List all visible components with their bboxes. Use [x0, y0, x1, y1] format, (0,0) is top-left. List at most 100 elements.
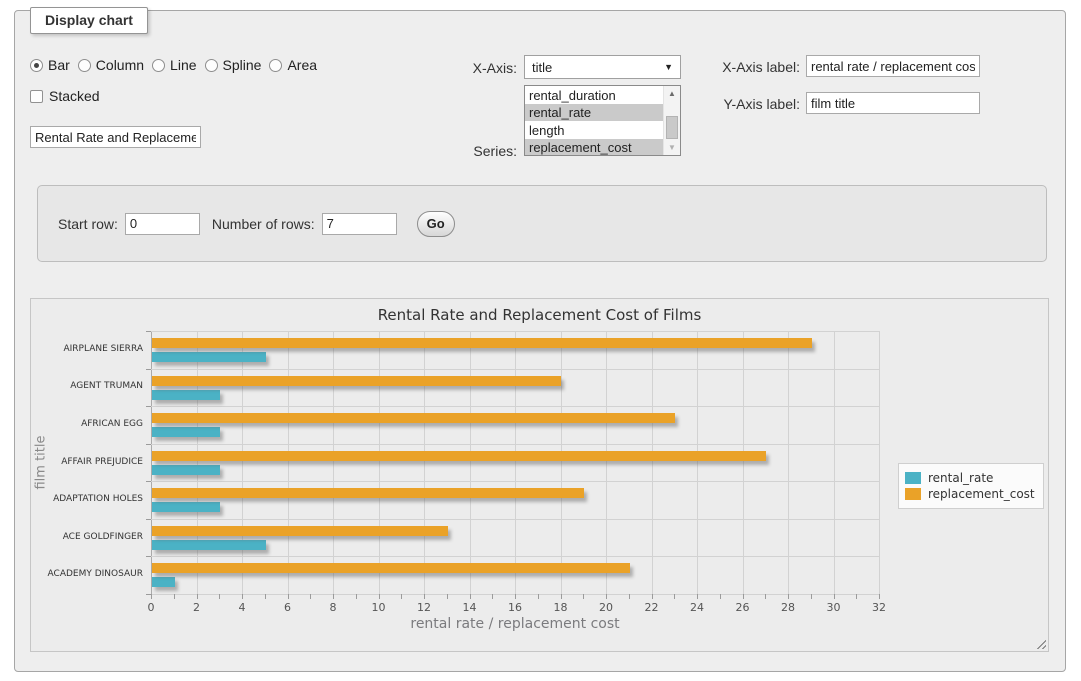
x-axis-tick	[174, 594, 175, 599]
gridline-vertical	[834, 331, 835, 594]
radio-label: Spline	[223, 57, 262, 73]
y-category-label: ACADEMY DINOSAUR	[31, 569, 143, 579]
x-axis-label-label: X-Axis label:	[696, 59, 800, 75]
y-axis-tick	[146, 481, 151, 482]
gridline-vertical	[561, 331, 562, 594]
bar-rental_rate	[152, 390, 220, 400]
y-axis-tick	[146, 444, 151, 445]
x-tick-label: 30	[827, 601, 841, 614]
radio-icon[interactable]	[30, 59, 43, 72]
gridline-vertical	[697, 331, 698, 594]
x-axis-selected-value: title	[532, 60, 552, 75]
gridline-vertical	[424, 331, 425, 594]
bar-replacement_cost	[152, 338, 812, 348]
start-row-label: Start row:	[58, 216, 118, 232]
radio-icon[interactable]	[205, 59, 218, 72]
chart-type-radio-line[interactable]: Line	[152, 57, 196, 73]
x-axis-tick	[470, 594, 471, 599]
x-axis-tick	[652, 594, 653, 599]
x-axis-select[interactable]: title ▼	[524, 55, 681, 79]
series-multiselect[interactable]: rental_durationrental_ratelengthreplacem…	[524, 85, 681, 156]
legend-label: rental_rate	[928, 471, 993, 485]
x-tick-label: 24	[690, 601, 704, 614]
gridline-horizontal	[151, 331, 879, 332]
radio-icon[interactable]	[78, 59, 91, 72]
legend-swatch-icon	[905, 488, 921, 500]
gridline-horizontal	[151, 556, 879, 557]
bar-rental_rate	[152, 427, 220, 437]
y-category-label: AGENT TRUMAN	[31, 381, 143, 391]
gridline-vertical	[288, 331, 289, 594]
x-axis-tick	[811, 594, 812, 599]
gridline-horizontal	[151, 369, 879, 370]
series-option-replacement_cost[interactable]: replacement_cost	[525, 139, 663, 156]
gridline-vertical	[652, 331, 653, 594]
series-option-length[interactable]: length	[525, 122, 663, 139]
y-axis-tick	[146, 331, 151, 332]
x-axis-tick	[697, 594, 698, 599]
bar-rental_rate	[152, 577, 175, 587]
x-axis-tick	[538, 594, 539, 599]
chart-legend: rental_ratereplacement_cost	[898, 463, 1044, 509]
radio-icon[interactable]	[269, 59, 282, 72]
bar-replacement_cost	[152, 451, 766, 461]
x-axis-tick	[197, 594, 198, 599]
chart-type-radio-area[interactable]: Area	[269, 57, 317, 73]
x-tick-label: 8	[330, 601, 337, 614]
y-category-label: AFRICAN EGG	[31, 419, 143, 429]
series-options: rental_durationrental_ratelengthreplacem…	[525, 87, 680, 157]
x-tick-label: 20	[599, 601, 613, 614]
y-category-label: AIRPLANE SIERRA	[31, 344, 143, 354]
x-axis-tick	[834, 594, 835, 599]
y-axis-tick	[146, 406, 151, 407]
bar-replacement_cost	[152, 376, 561, 386]
gridline-vertical	[197, 331, 198, 594]
x-tick-label: 12	[417, 601, 431, 614]
scroll-down-arrow-icon[interactable]: ▼	[664, 140, 680, 155]
gridline-horizontal	[151, 481, 879, 482]
chart-title-input[interactable]	[30, 126, 201, 148]
start-row-input[interactable]	[125, 213, 200, 235]
scroll-up-arrow-icon[interactable]: ▲	[664, 86, 680, 101]
x-axis-tick	[788, 594, 789, 599]
chart-type-radio-bar[interactable]: Bar	[30, 57, 70, 73]
gridline-horizontal	[151, 519, 879, 520]
chart-type-radio-group: Bar Column Line Spline Area	[30, 57, 325, 73]
stacked-checkbox-row[interactable]: Stacked	[30, 88, 100, 104]
fieldset-legend-text: Display chart	[45, 12, 133, 28]
x-tick-label: 2	[193, 601, 200, 614]
bar-replacement_cost	[152, 413, 675, 423]
stacked-checkbox[interactable]	[30, 90, 43, 103]
y-axis-label-input[interactable]	[806, 92, 980, 114]
chevron-down-icon: ▼	[664, 62, 673, 72]
x-tick-label: 10	[372, 601, 386, 614]
x-axis-tick	[424, 594, 425, 599]
go-button[interactable]: Go	[417, 211, 455, 237]
resize-handle-icon[interactable]	[1034, 637, 1046, 649]
y-category-label: ACE GOLDFINGER	[31, 532, 143, 542]
x-axis-tick	[856, 594, 857, 599]
series-option-rental_rate[interactable]: rental_rate	[525, 104, 663, 121]
x-tick-label: 26	[736, 601, 750, 614]
x-axis-label-input[interactable]	[806, 55, 980, 77]
x-tick-label: 0	[148, 601, 155, 614]
listbox-scrollbar[interactable]: ▲ ▼	[663, 86, 680, 155]
scrollbar-thumb[interactable]	[666, 116, 678, 139]
series-option-rental_duration[interactable]: rental_duration	[525, 87, 663, 104]
bar-rental_rate	[152, 352, 266, 362]
radio-icon[interactable]	[152, 59, 165, 72]
x-tick-label: 32	[872, 601, 886, 614]
number-of-rows-input[interactable]	[322, 213, 397, 235]
fieldset-legend: Display chart	[30, 7, 148, 34]
chart-title: Rental Rate and Replacement Cost of Film…	[31, 306, 1048, 324]
chart-type-radio-spline[interactable]: Spline	[205, 57, 262, 73]
series-label: Series:	[420, 143, 517, 159]
radio-label: Bar	[48, 57, 70, 73]
gridline-vertical	[151, 331, 152, 594]
x-axis-tick	[288, 594, 289, 599]
x-tick-label: 6	[284, 601, 291, 614]
x-tick-label: 4	[239, 601, 246, 614]
x-axis-tick	[333, 594, 334, 599]
x-tick-label: 22	[645, 601, 659, 614]
chart-type-radio-column[interactable]: Column	[78, 57, 144, 73]
